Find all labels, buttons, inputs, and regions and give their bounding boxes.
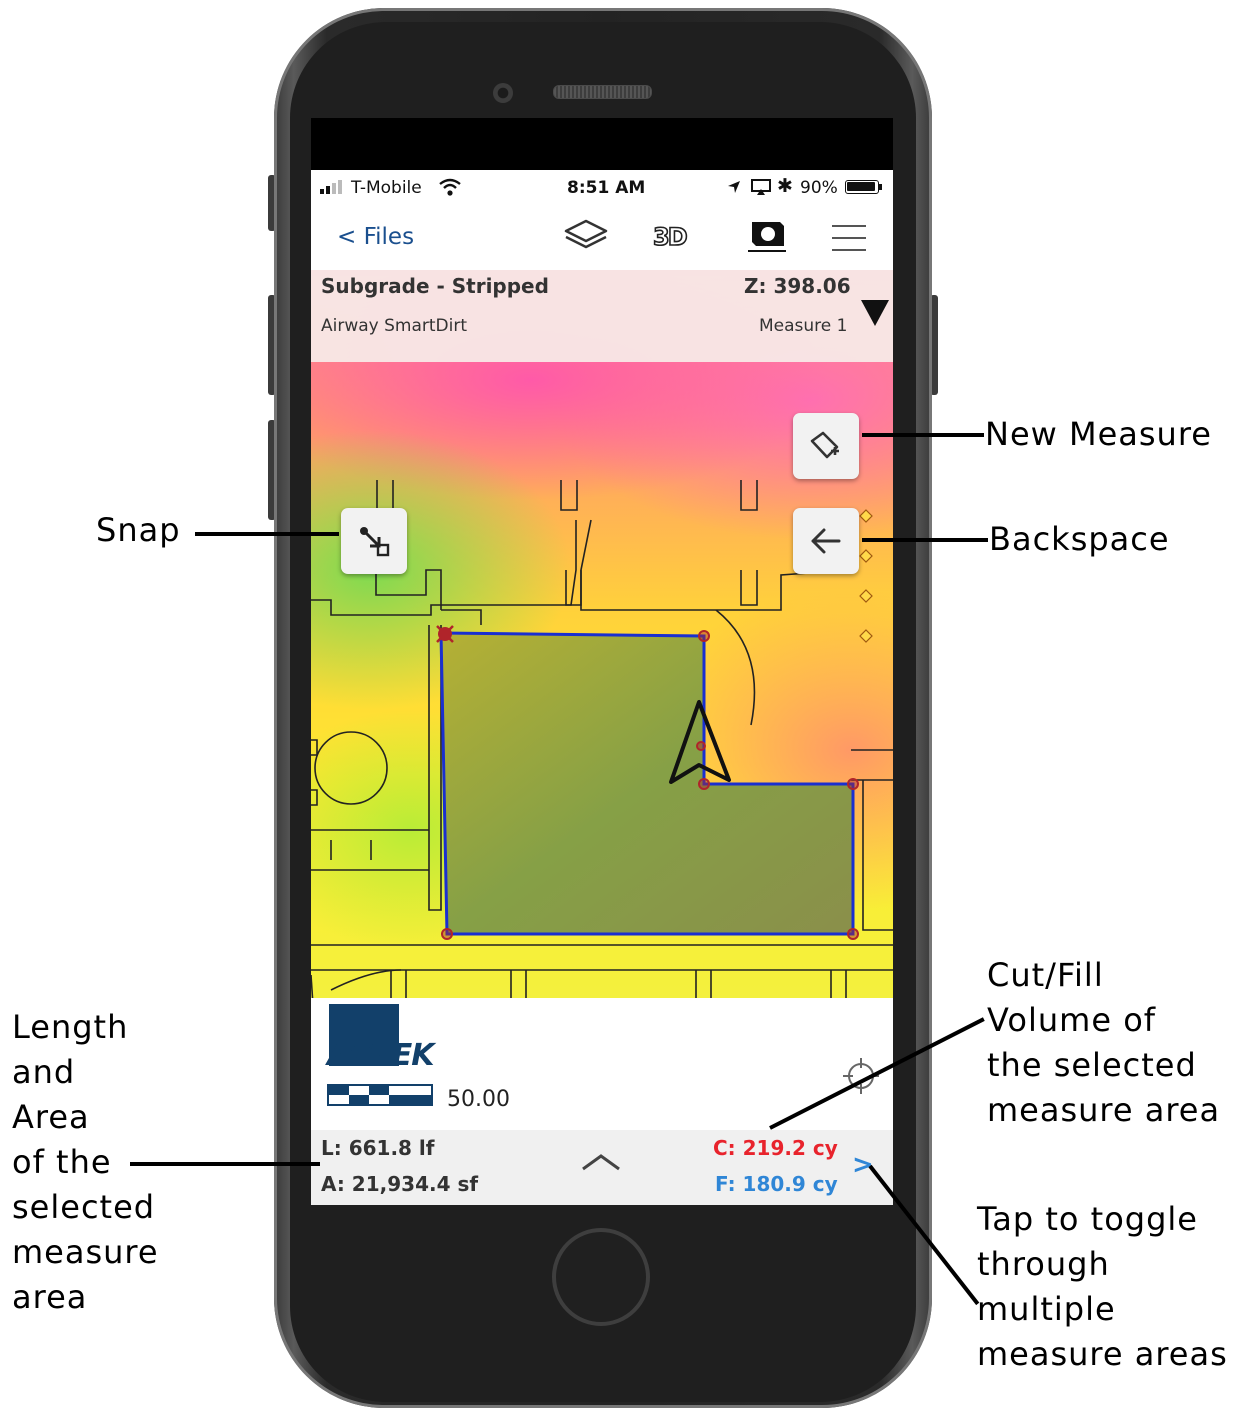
- callout-cut-fill: Cut/Fill Volume of the selected measure …: [987, 956, 1221, 1129]
- chevron-up-icon[interactable]: [581, 1152, 621, 1172]
- measure-name: Measure 1: [759, 316, 848, 336]
- new-measure-icon: [810, 431, 839, 459]
- callout-toggle: Tap to toggle through multiple measure a…: [977, 1200, 1228, 1373]
- fill-volume-readout: F: 180.9 cy: [715, 1172, 838, 1196]
- front-camera: [493, 83, 513, 103]
- bluetooth-icon: ✱: [777, 175, 793, 197]
- leader-backspace: [862, 538, 988, 542]
- snap-button[interactable]: [341, 508, 407, 574]
- cut-volume-readout: C: 219.2 cy: [713, 1136, 838, 1160]
- home-button[interactable]: [552, 1228, 650, 1326]
- battery-percent: 90%: [800, 178, 838, 198]
- surface-info-header: Subgrade - Stripped Z: 398.06 Airway Sma…: [311, 270, 893, 362]
- camera-icon[interactable]: [746, 218, 790, 254]
- start-vertex-marker[interactable]: [436, 625, 454, 643]
- callout-backspace: Backspace: [989, 520, 1170, 558]
- app-screen: T-Mobile 8:51 AM ✱ 90% < Files 3D Subgra…: [311, 118, 893, 1205]
- backspace-button[interactable]: [793, 508, 859, 574]
- back-arrow-icon: [811, 528, 841, 554]
- battery-icon: [845, 180, 882, 194]
- selected-measure-area[interactable]: [439, 631, 855, 936]
- wifi-icon: [439, 178, 461, 196]
- location-arrow-icon: [728, 181, 740, 193]
- leader-new-measure: [862, 433, 984, 437]
- elevation-readout: Z: 398.06: [744, 274, 851, 298]
- menu-icon[interactable]: [831, 224, 867, 252]
- dropdown-triangle-icon[interactable]: [861, 300, 889, 326]
- scale-value: 50.00: [447, 1087, 510, 1112]
- area-readout: A: 21,934.4 sf: [321, 1172, 479, 1196]
- clock-label: 8:51 AM: [567, 178, 646, 198]
- 3d-view-button[interactable]: 3D: [652, 222, 699, 252]
- snap-icon: [360, 527, 390, 557]
- status-bar: T-Mobile 8:51 AM ✱ 90%: [311, 170, 893, 206]
- carrier-label: T-Mobile: [351, 178, 422, 198]
- measurement-bar: L: 661.8 lf A: 21,934.4 sf C: 219.2 cy F…: [311, 1130, 893, 1205]
- nav-bar: < Files 3D: [311, 206, 893, 270]
- scale-bar: [327, 1084, 433, 1106]
- project-name: Airway SmartDirt: [321, 316, 468, 336]
- callout-new-measure: New Measure: [985, 415, 1212, 453]
- airplay-icon: [751, 179, 771, 195]
- leader-snap: [195, 532, 339, 536]
- new-measure-button[interactable]: [793, 413, 859, 479]
- surface-name: Subgrade - Stripped: [321, 274, 549, 298]
- signal-icon: [320, 180, 342, 194]
- earpiece-speaker: [553, 85, 652, 99]
- back-to-files-link[interactable]: < Files: [337, 224, 414, 250]
- leader-length-area: [130, 1162, 320, 1166]
- agtek-logo: AGTEK: [327, 1038, 435, 1073]
- layers-icon[interactable]: [563, 218, 609, 254]
- callout-snap: Snap: [96, 511, 181, 549]
- 3d-icon: 3D: [652, 222, 688, 252]
- length-readout: L: 661.8 lf: [321, 1136, 435, 1160]
- control-markers: [859, 509, 873, 643]
